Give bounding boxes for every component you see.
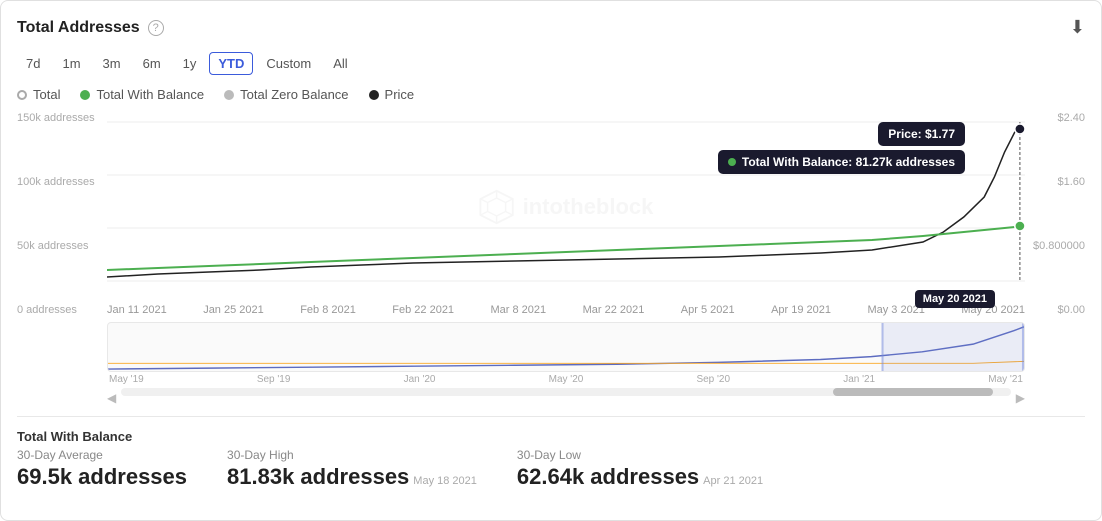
stat-label: 30-Day Low (517, 448, 763, 462)
time-filter-btn-custom[interactable]: Custom (257, 52, 320, 75)
legend-dot (17, 90, 27, 100)
stats-row: 30-Day Average 69.5k addresses 30-Day High… (17, 448, 1085, 490)
stat-date: Apr 21 2021 (703, 475, 763, 487)
stat-value: 69.5k addresses (17, 464, 187, 490)
card-title: Total Addresses (17, 19, 140, 37)
y-axis-right: $2.40 $1.60 $0.800000 $0.00 (1033, 112, 1085, 316)
time-filter-btn-6m[interactable]: 6m (134, 52, 170, 75)
y-axis-left-label: 0 addresses (17, 304, 95, 316)
legend-dot (224, 90, 234, 100)
legend-label: Total Zero Balance (240, 87, 348, 102)
scroll-right-arrow[interactable]: ▶ (1016, 391, 1025, 405)
total-addresses-card: Total Addresses ? ⬇ 7d1m3m6m1yYTDCustomA… (0, 0, 1102, 521)
legend-label: Total (33, 87, 60, 102)
legend-label: Price (385, 87, 415, 102)
time-filter-btn-1m[interactable]: 1m (53, 52, 89, 75)
help-icon[interactable]: ? (148, 20, 164, 36)
time-filter-btn-3m[interactable]: 3m (94, 52, 130, 75)
x-axis-label: Jan 11 2021 (107, 304, 167, 316)
time-filter-btn-7d[interactable]: 7d (17, 52, 49, 75)
stats-title: Total With Balance (17, 429, 1085, 444)
legend-dot (369, 90, 379, 100)
chart-legend: Total Total With Balance Total Zero Balanc… (17, 87, 1085, 102)
y-axis-right-label: $0.00 (1033, 304, 1085, 316)
mini-chart-label: May '20 (549, 374, 584, 385)
mini-chart-wrapper: May '19 Sep '19 Jan '20 May '20 Sep '20 Jan '… (17, 322, 1085, 402)
scroll-track (121, 388, 1011, 396)
x-axis-label: Jan 25 2021 (203, 304, 264, 316)
x-axis-label: Apr 19 2021 (771, 304, 831, 316)
time-filter-btn-1y[interactable]: 1y (174, 52, 206, 75)
legend-item-total: Total (17, 87, 60, 102)
stat-date: May 18 2021 (413, 475, 477, 487)
mini-chart-label: Sep '19 (257, 374, 291, 385)
chart-wrapper: 150k addresses 100k addresses 50k addresse… (17, 112, 1085, 316)
tooltip-price: Price: $1.77 (878, 122, 965, 146)
time-filter-btn-all[interactable]: All (324, 52, 356, 75)
scroll-bar: ◀ ▶ (107, 388, 1025, 402)
stat-value: 62.64k addresses (517, 464, 699, 490)
stat-label: 30-Day Average (17, 448, 187, 462)
active-date-label: May 20 2021 (915, 290, 995, 308)
legend-dot (80, 90, 90, 100)
mini-chart-label: May '19 (109, 374, 144, 385)
y-axis-left: 150k addresses 100k addresses 50k addresse… (17, 112, 95, 316)
x-axis-label: Mar 22 2021 (583, 304, 645, 316)
mini-chart-label: Jan '20 (404, 374, 436, 385)
legend-item-total-with-balance: Total With Balance (80, 87, 204, 102)
mini-chart-label: May '21 (988, 374, 1023, 385)
mini-chart-label: Sep '20 (696, 374, 730, 385)
mini-chart-svg (108, 323, 1024, 371)
mini-chart-label: Jan '21 (843, 374, 875, 385)
x-axis-label: Apr 5 2021 (681, 304, 735, 316)
stat-item-30-day-low: 30-Day Low 62.64k addresses Apr 21 2021 (517, 448, 763, 490)
stat-value: 81.83k addresses (227, 464, 409, 490)
legend-item-price: Price (369, 87, 415, 102)
card-title-row: Total Addresses ? (17, 19, 164, 37)
stat-item-30-day-average: 30-Day Average 69.5k addresses (17, 448, 187, 490)
main-chart-area: intotheblock Price: $1. (107, 112, 1025, 302)
time-filter-btn-ytd[interactable]: YTD (209, 52, 253, 75)
card-header: Total Addresses ? ⬇ (17, 17, 1085, 38)
y-axis-left-label: 100k addresses (17, 176, 95, 188)
mini-chart-labels: May '19 Sep '19 Jan '20 May '20 Sep '20 Jan '… (107, 374, 1025, 385)
scroll-thumb[interactable] (833, 388, 993, 396)
x-axis-label: Feb 22 2021 (392, 304, 454, 316)
tooltip-balance: Total With Balance: 81.27k addresses (718, 150, 965, 174)
time-filter-group: 7d1m3m6m1yYTDCustomAll (17, 52, 1085, 75)
y-axis-right-label: $1.60 (1033, 176, 1085, 188)
x-axis-label: Feb 8 2021 (300, 304, 356, 316)
mini-chart-area (107, 322, 1025, 372)
y-axis-right-label: $2.40 (1033, 112, 1085, 124)
y-axis-right-label: $0.800000 (1033, 240, 1085, 252)
y-axis-left-label: 50k addresses (17, 240, 95, 252)
stat-item-30-day-high: 30-Day High 81.83k addresses May 18 2021 (227, 448, 477, 490)
legend-item-total-zero-balance: Total Zero Balance (224, 87, 348, 102)
legend-label: Total With Balance (96, 87, 204, 102)
scroll-left-arrow[interactable]: ◀ (107, 391, 116, 405)
x-axis-labels: Jan 11 2021 Jan 25 2021 Feb 8 2021 Feb 22 2… (107, 304, 1025, 316)
download-icon[interactable]: ⬇ (1070, 17, 1085, 38)
y-axis-left-label: 150k addresses (17, 112, 95, 124)
stats-section: Total With Balance 30-Day Average 69.5k a… (17, 416, 1085, 490)
stat-label: 30-Day High (227, 448, 477, 462)
x-axis-label: Mar 8 2021 (491, 304, 547, 316)
tooltip-balance-dot (728, 158, 736, 166)
